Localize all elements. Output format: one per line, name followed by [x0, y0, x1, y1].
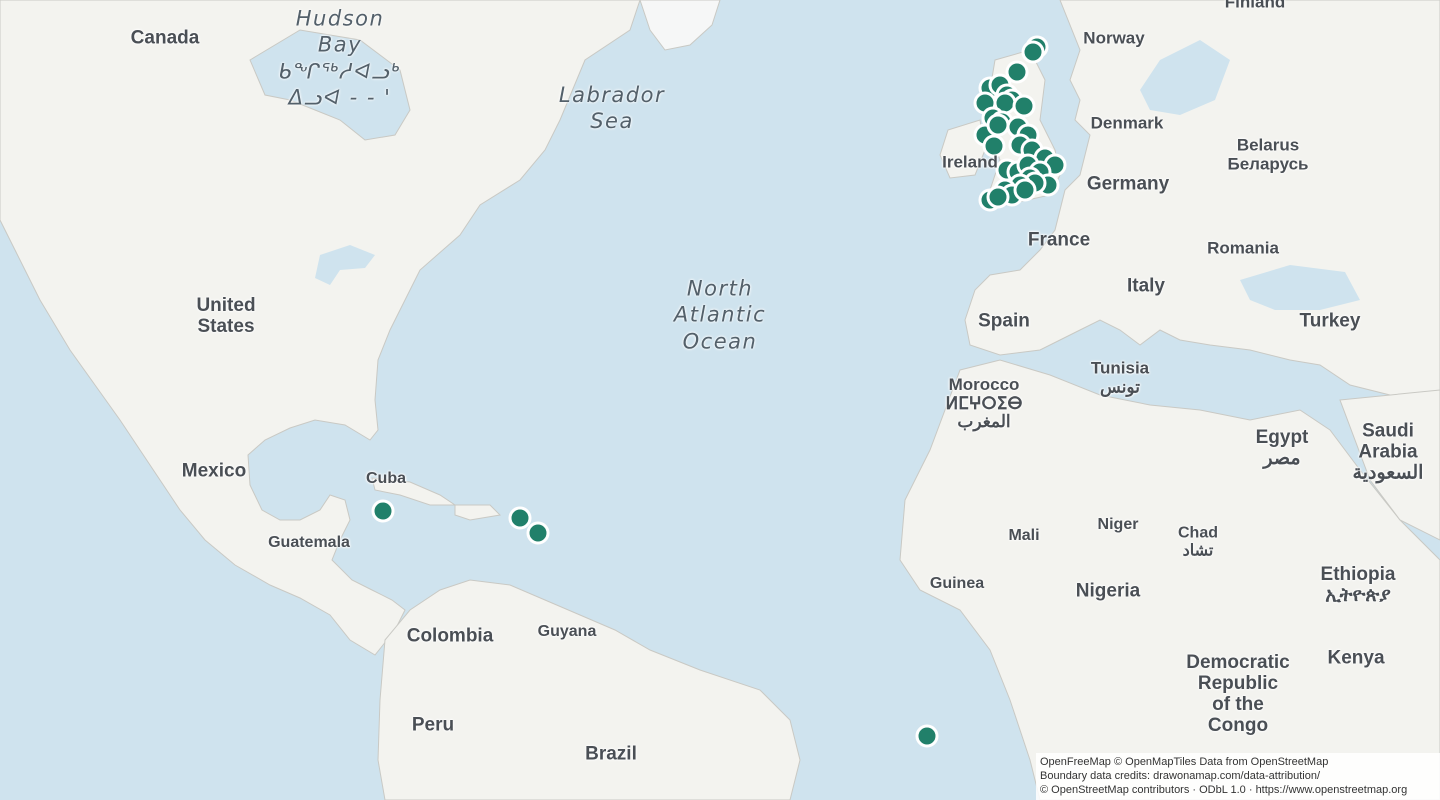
label-egypt: Egypt مصر: [1255, 427, 1309, 469]
label-belarus: Belarus Беларусь: [1227, 135, 1309, 173]
label-niger: Niger: [1097, 516, 1139, 534]
label-labrador-sea: Labrador Sea: [558, 82, 666, 133]
label-ethiopia: Ethiopia ኢትዮጵያ: [1320, 564, 1396, 606]
label-nigeria: Nigeria: [1075, 580, 1141, 602]
label-italy: Italy: [1126, 275, 1166, 297]
label-kenya: Kenya: [1327, 647, 1385, 669]
label-denmark: Denmark: [1090, 113, 1164, 133]
label-peru: Peru: [411, 714, 455, 736]
label-morocco: Morocco ⵍⵎⵖⵔⵉⴱ المغرب: [945, 374, 1023, 432]
label-spain: Spain: [978, 310, 1030, 332]
map-attribution[interactable]: OpenFreeMap © OpenMapTiles Data from Ope…: [1036, 753, 1440, 800]
map-marker[interactable]: [1013, 178, 1037, 202]
label-brazil: Brazil: [585, 743, 637, 765]
label-guatemala: Guatemala: [268, 534, 350, 552]
map-marker[interactable]: [986, 185, 1010, 209]
label-drc: Democratic Republic of the Congo: [1186, 652, 1290, 736]
map-marker[interactable]: [508, 506, 532, 530]
label-france: France: [1027, 229, 1091, 251]
attribution-line-openfreemap[interactable]: OpenFreeMap © OpenMapTiles Data from Ope…: [1040, 755, 1434, 769]
label-north-atlantic-ocean: North Atlantic Ocean: [673, 276, 767, 354]
label-tunisia: Tunisia تونس: [1090, 358, 1150, 396]
label-colombia: Colombia: [406, 625, 494, 647]
label-romania: Romania: [1207, 238, 1279, 258]
attribution-line-osm[interactable]: © OpenStreetMap contributors · ODbL 1.0 …: [1040, 783, 1434, 797]
attribution-line-boundary[interactable]: Boundary data credits: drawonamap.com/da…: [1040, 769, 1434, 783]
label-saudi-arabia: Saudi Arabia السعودية: [1352, 420, 1424, 484]
label-mali: Mali: [1008, 527, 1040, 545]
map-marker[interactable]: [1005, 60, 1029, 84]
map-marker[interactable]: [1012, 94, 1036, 118]
label-chad: Chad تشاد: [1178, 524, 1218, 559]
map-marker[interactable]: [986, 113, 1010, 137]
label-norway: Norway: [1083, 28, 1145, 48]
label-turkey: Turkey: [1299, 310, 1361, 332]
label-canada: Canada: [130, 27, 200, 49]
label-finland: Finland: [1224, 0, 1286, 12]
map-marker[interactable]: [526, 521, 550, 545]
label-guyana: Guyana: [537, 623, 597, 641]
map-marker[interactable]: [915, 724, 939, 748]
label-germany: Germany: [1086, 173, 1170, 195]
label-mexico: Mexico: [181, 460, 247, 482]
map-marker[interactable]: [1021, 40, 1045, 64]
label-cuba: Cuba: [366, 470, 406, 488]
label-guinea: Guinea: [929, 575, 985, 593]
label-ireland: Ireland: [942, 152, 998, 172]
label-hudson-bay: Hudson Bay ᑲᖏᖅᓱᐊᓗᒃ ᐃᓗᐊ - - ': [278, 6, 402, 110]
map-marker[interactable]: [371, 499, 395, 523]
label-united-states: United States: [196, 295, 256, 337]
